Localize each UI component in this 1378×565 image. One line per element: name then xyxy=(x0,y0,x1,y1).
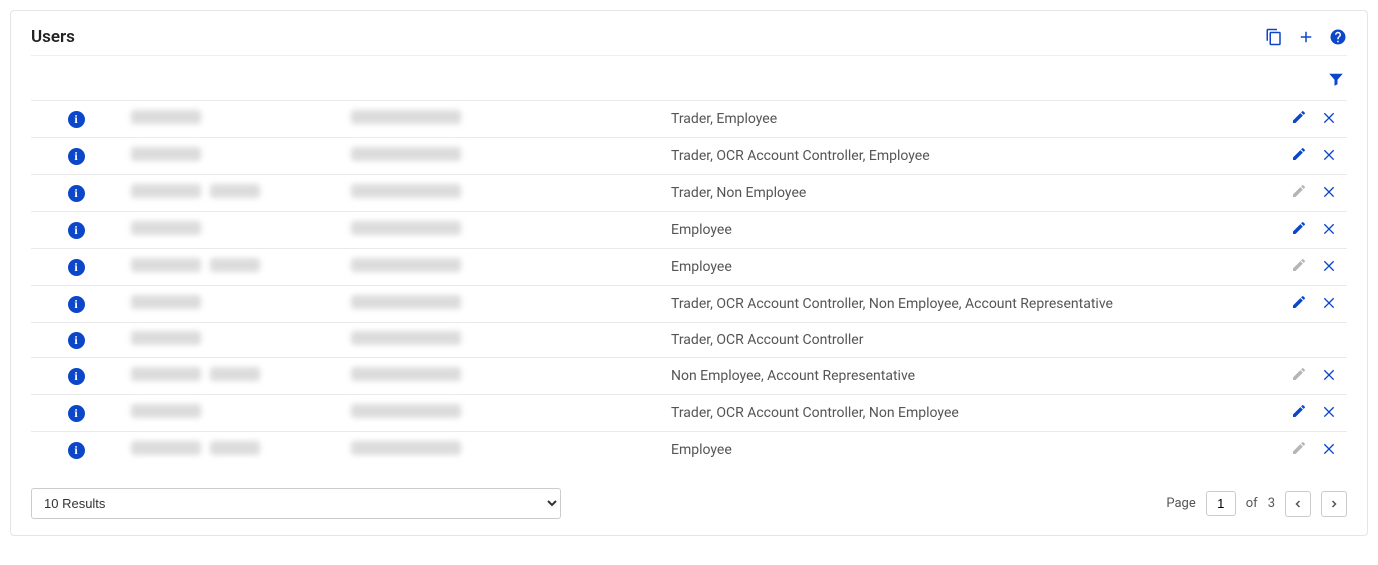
table-row: i Employee xyxy=(31,432,1347,469)
delete-icon[interactable] xyxy=(1321,294,1337,314)
table-row: i Trader, OCR Account Controller, Employe… xyxy=(31,138,1347,175)
fullname-cell xyxy=(341,323,661,358)
roles-cell: Trader, Employee xyxy=(661,101,1257,138)
roles-cell: Employee xyxy=(661,432,1257,469)
roles-cell: Trader, Non Employee xyxy=(661,175,1257,212)
table-row: i Non Employee, Account Representative xyxy=(31,358,1347,395)
info-icon[interactable]: i xyxy=(68,259,85,276)
copy-icon[interactable] xyxy=(1265,28,1283,46)
edit-icon[interactable] xyxy=(1291,294,1307,314)
table-row: i Trader, OCR Account Controller, Non Emp… xyxy=(31,286,1347,323)
delete-icon[interactable] xyxy=(1321,440,1337,460)
fullname-cell xyxy=(341,138,661,175)
roles-cell: Trader, OCR Account Controller, Non Empl… xyxy=(661,395,1257,432)
pager-next-button[interactable] xyxy=(1321,491,1347,517)
fullname-cell xyxy=(341,358,661,395)
filter-bar xyxy=(31,60,1347,100)
username-cell xyxy=(121,395,341,432)
users-panel: Users i Trader, Employee i Trader, OCR Acco… xyxy=(10,10,1368,536)
filter-icon[interactable] xyxy=(1327,70,1345,88)
roles-cell: Employee xyxy=(661,212,1257,249)
info-icon[interactable]: i xyxy=(68,405,85,422)
info-icon[interactable]: i xyxy=(68,368,85,385)
username-cell xyxy=(121,286,341,323)
username-cell xyxy=(121,138,341,175)
username-cell xyxy=(121,175,341,212)
username-cell xyxy=(121,101,341,138)
table-row: i Trader, OCR Account Controller, Non Emp… xyxy=(31,395,1347,432)
fullname-cell xyxy=(341,395,661,432)
panel-actions xyxy=(1265,28,1347,46)
info-icon[interactable]: i xyxy=(68,332,85,349)
pager-total: 3 xyxy=(1268,496,1275,511)
table-row: i Trader, OCR Account Controller xyxy=(31,323,1347,358)
panel-header: Users xyxy=(31,27,1347,56)
pager-current-input[interactable] xyxy=(1206,491,1236,516)
info-icon[interactable]: i xyxy=(68,296,85,313)
fullname-cell xyxy=(341,432,661,469)
fullname-cell xyxy=(341,175,661,212)
username-cell xyxy=(121,249,341,286)
table-row: i Trader, Non Employee xyxy=(31,175,1347,212)
pager-prev-button[interactable] xyxy=(1285,491,1311,517)
username-cell xyxy=(121,358,341,395)
info-icon[interactable]: i xyxy=(68,111,85,128)
roles-cell: Trader, OCR Account Controller, Employee xyxy=(661,138,1257,175)
table-row: i Employee xyxy=(31,212,1347,249)
edit-icon xyxy=(1291,183,1307,203)
delete-icon[interactable] xyxy=(1321,220,1337,240)
edit-icon[interactable] xyxy=(1291,403,1307,423)
roles-cell: Trader, OCR Account Controller, Non Empl… xyxy=(661,286,1257,323)
edit-icon xyxy=(1291,257,1307,277)
fullname-cell xyxy=(341,286,661,323)
delete-icon[interactable] xyxy=(1321,366,1337,386)
info-icon[interactable]: i xyxy=(68,185,85,202)
fullname-cell xyxy=(341,249,661,286)
fullname-cell xyxy=(341,101,661,138)
roles-cell: Trader, OCR Account Controller xyxy=(661,323,1257,358)
table-row: i Trader, Employee xyxy=(31,101,1347,138)
username-cell xyxy=(121,323,341,358)
users-table: i Trader, Employee i Trader, OCR Account Co… xyxy=(31,100,1347,468)
add-icon[interactable] xyxy=(1297,28,1315,46)
results-per-page-select[interactable]: 10 Results25 Results50 Results xyxy=(31,488,561,519)
delete-icon[interactable] xyxy=(1321,257,1337,277)
info-icon[interactable]: i xyxy=(68,442,85,459)
delete-icon[interactable] xyxy=(1321,109,1337,129)
edit-icon xyxy=(1291,366,1307,386)
edit-icon[interactable] xyxy=(1291,220,1307,240)
help-icon[interactable] xyxy=(1329,28,1347,46)
pager-label-page: Page xyxy=(1166,496,1195,511)
info-icon[interactable]: i xyxy=(68,148,85,165)
info-icon[interactable]: i xyxy=(68,222,85,239)
delete-icon[interactable] xyxy=(1321,183,1337,203)
page-title: Users xyxy=(31,27,75,47)
pager-label-of: of xyxy=(1246,496,1258,511)
username-cell xyxy=(121,212,341,249)
username-cell xyxy=(121,432,341,469)
roles-cell: Employee xyxy=(661,249,1257,286)
edit-icon[interactable] xyxy=(1291,109,1307,129)
edit-icon[interactable] xyxy=(1291,146,1307,166)
pager: Page of 3 xyxy=(1166,491,1347,517)
table-footer: 10 Results25 Results50 Results Page of 3 xyxy=(31,488,1347,519)
delete-icon[interactable] xyxy=(1321,146,1337,166)
table-row: i Employee xyxy=(31,249,1347,286)
edit-icon xyxy=(1291,440,1307,460)
delete-icon[interactable] xyxy=(1321,403,1337,423)
fullname-cell xyxy=(341,212,661,249)
roles-cell: Non Employee, Account Representative xyxy=(661,358,1257,395)
